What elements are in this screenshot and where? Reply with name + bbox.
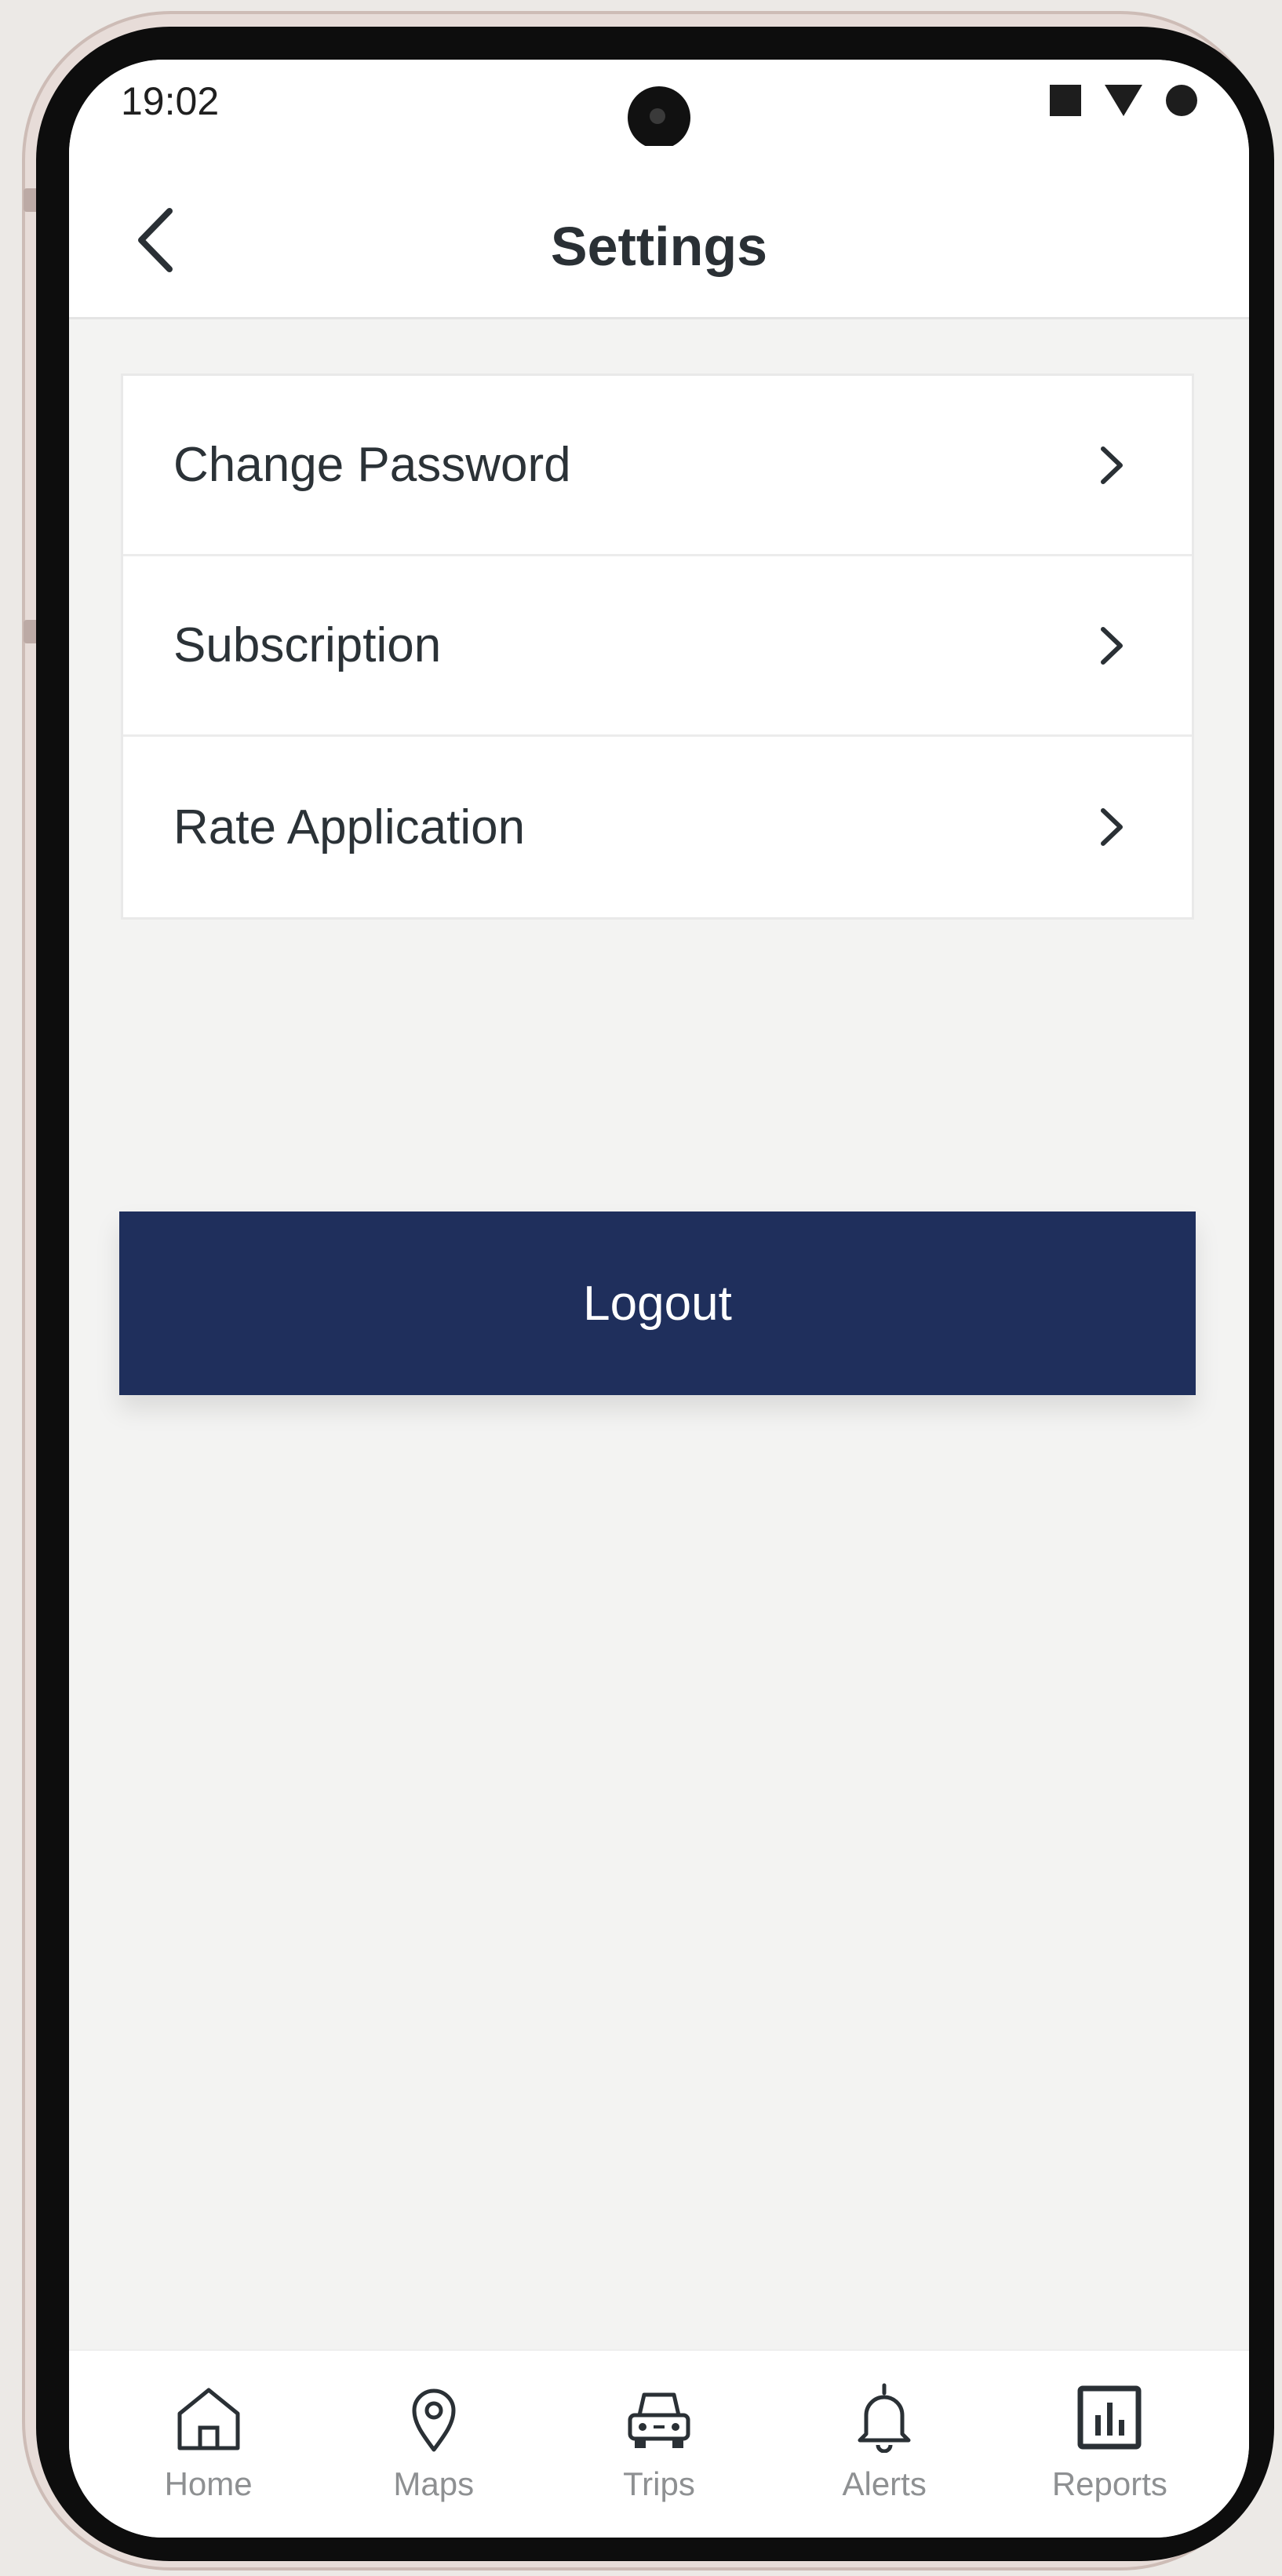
nav-item-reports[interactable]: Reports (1015, 2351, 1204, 2503)
nav-item-alerts[interactable]: Alerts (790, 2351, 978, 2503)
settings-item-label: Subscription (173, 618, 442, 672)
settings-list: Change Password Subscription Rate Applic… (121, 373, 1194, 920)
settings-item-rate-application[interactable]: Rate Application (123, 737, 1192, 917)
status-icons (1050, 83, 1197, 118)
car-icon (624, 2382, 694, 2453)
screen: 19:02 Settings Change Password Subscript… (69, 60, 1249, 2538)
chevron-right-icon (1096, 805, 1127, 849)
bar-chart-icon (1074, 2382, 1145, 2453)
nav-label: Reports (1051, 2465, 1167, 2502)
status-bar: 19:02 (69, 60, 1249, 149)
bottom-nav: Home Maps Trips Alerts Reports (69, 2349, 1249, 2538)
settings-item-label: Rate Application (173, 800, 526, 854)
nav-label: Alerts (842, 2465, 927, 2502)
nav-label: Trips (623, 2465, 695, 2502)
nav-label: Maps (393, 2465, 475, 2502)
chevron-right-icon (1096, 624, 1127, 668)
nav-label: Home (164, 2465, 253, 2502)
notification-square-icon (1050, 85, 1081, 116)
settings-item-subscription[interactable]: Subscription (123, 556, 1192, 737)
nav-item-maps[interactable]: Maps (340, 2351, 528, 2503)
logout-button[interactable]: Logout (119, 1211, 1196, 1395)
chevron-right-icon (1096, 443, 1127, 487)
settings-item-label: Change Password (173, 438, 571, 492)
bell-icon (849, 2382, 920, 2453)
wifi-icon (1105, 85, 1142, 116)
nav-item-home[interactable]: Home (115, 2351, 303, 2503)
app-header: Settings (69, 146, 1249, 319)
battery-icon (1166, 85, 1197, 116)
settings-item-change-password[interactable]: Change Password (123, 376, 1192, 556)
home-icon (173, 2382, 244, 2453)
front-camera (628, 86, 690, 149)
map-pin-icon (399, 2382, 469, 2453)
page-title: Settings (550, 216, 768, 277)
status-time: 19:02 (121, 79, 220, 123)
logout-label: Logout (583, 1276, 732, 1331)
nav-item-trips[interactable]: Trips (565, 2351, 753, 2503)
